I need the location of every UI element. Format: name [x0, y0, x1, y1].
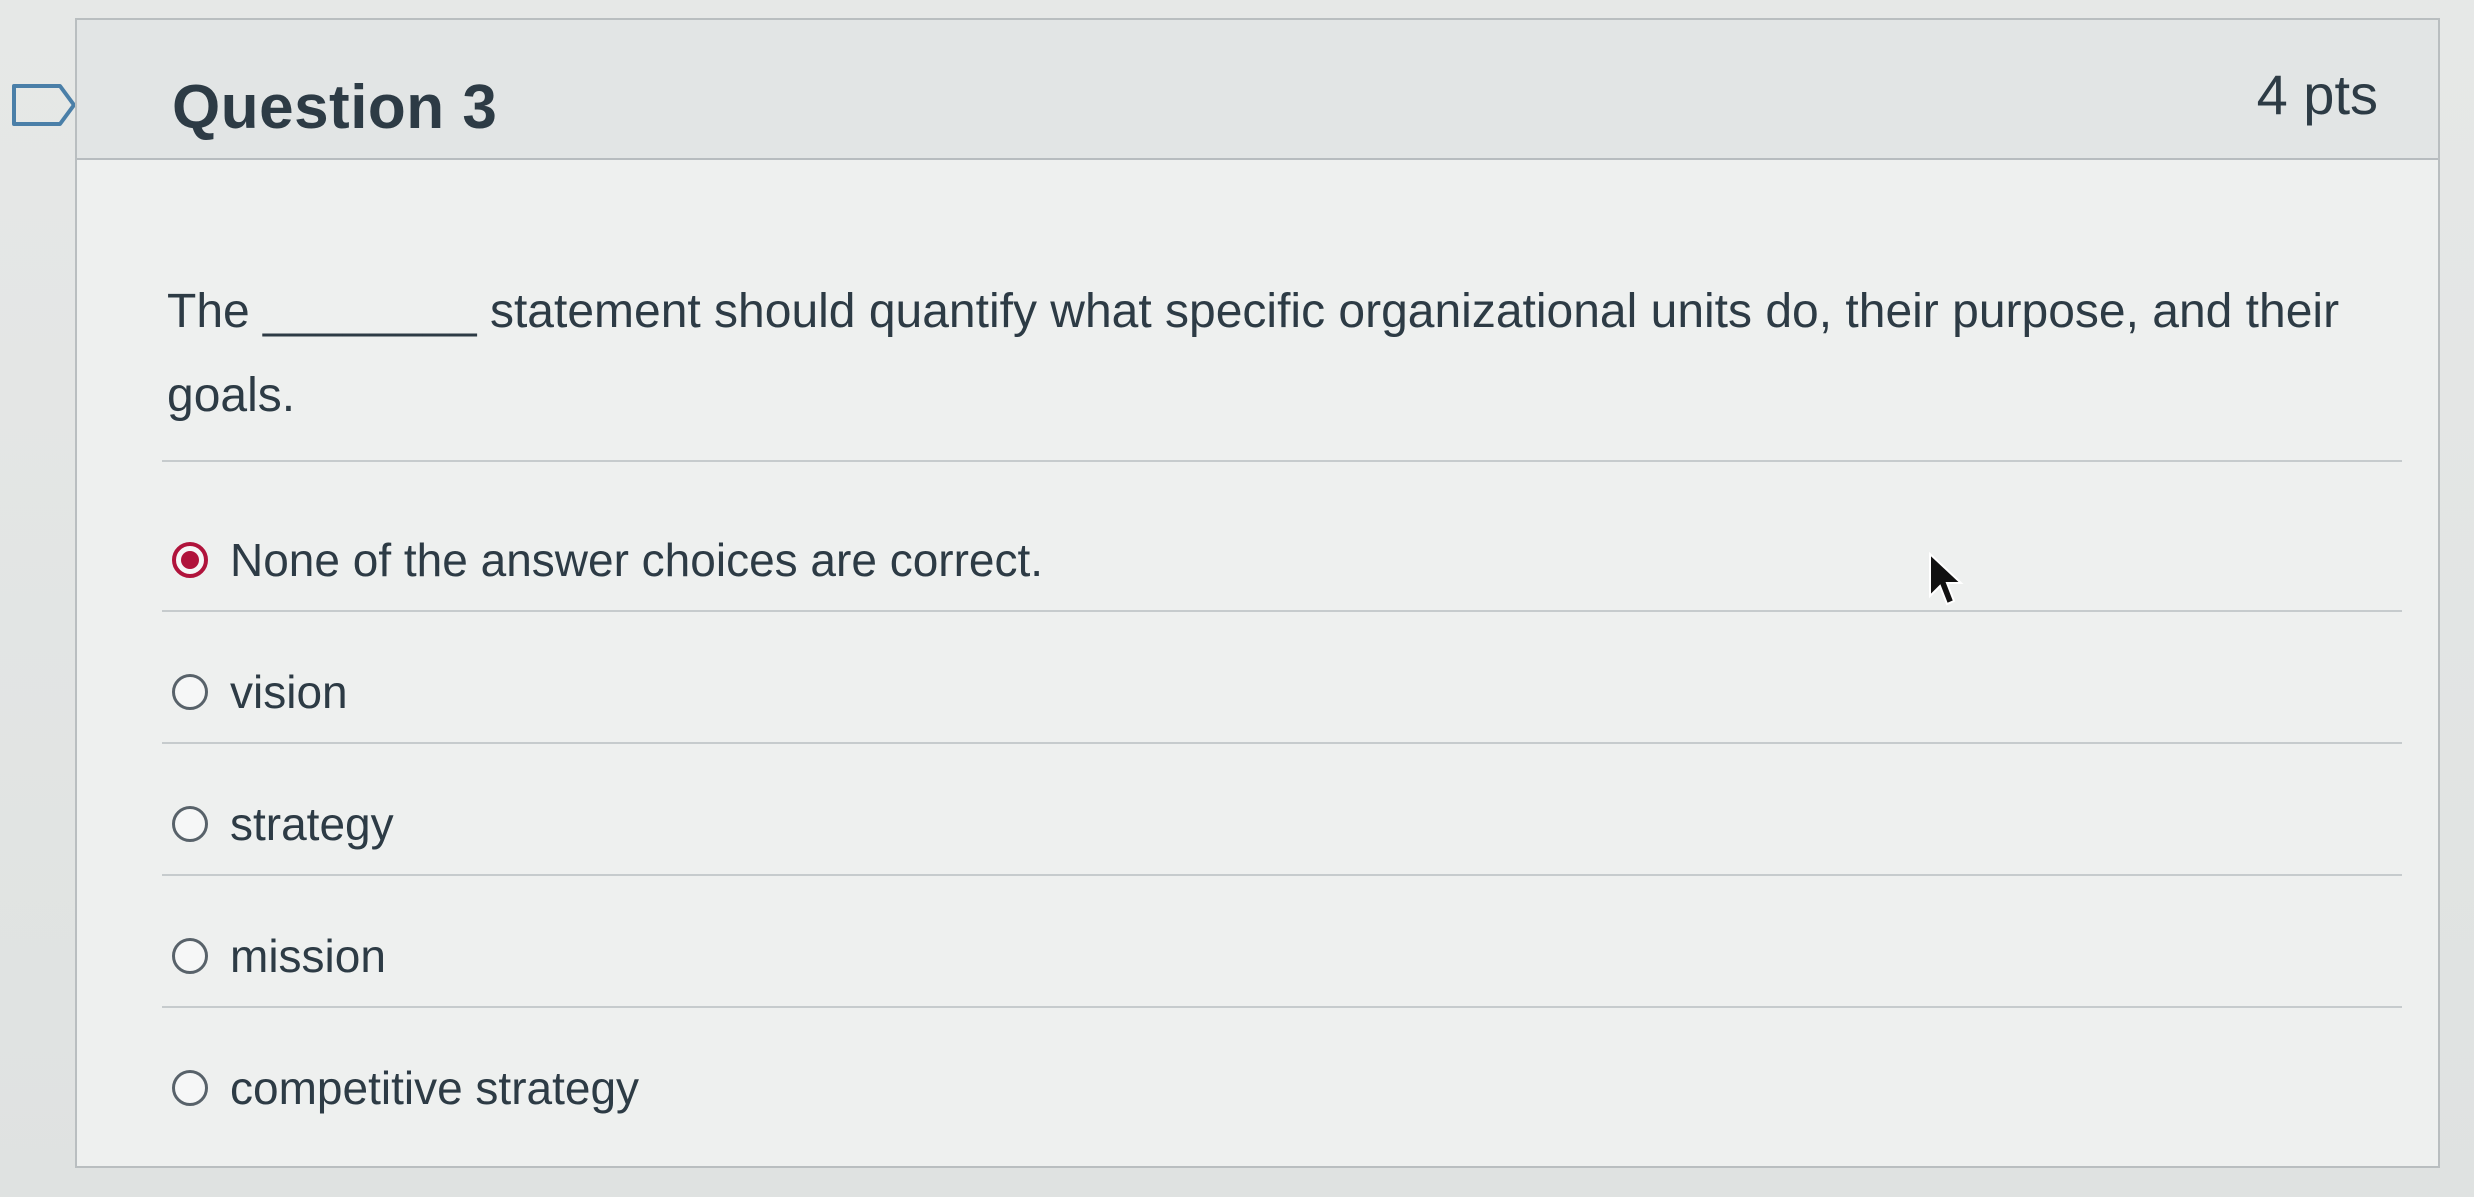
question-points: 4 pts: [2256, 63, 2378, 126]
answer-label: competitive strategy: [230, 1062, 640, 1114]
answer-label: vision: [230, 666, 348, 718]
question-text: The ________ statement should quantify w…: [167, 285, 2340, 422]
answer-option[interactable]: competitive strategy: [172, 1048, 639, 1128]
answer-option[interactable]: vision: [172, 652, 348, 732]
separator: [162, 460, 2402, 462]
radio-icon[interactable]: [172, 1070, 208, 1106]
separator: [162, 874, 2402, 876]
question-title: Question 3: [172, 73, 498, 142]
answer-option[interactable]: mission: [172, 916, 386, 996]
mouse-pointer-icon: [1929, 552, 1964, 606]
separator: [162, 742, 2402, 744]
answer-label: strategy: [230, 798, 394, 850]
question-card: Question 3 4 pts The ________ statement …: [75, 18, 2440, 1168]
radio-icon[interactable]: [172, 806, 208, 842]
question-header: Question 3 4 pts: [77, 20, 2438, 160]
separator: [162, 610, 2402, 612]
separator: [162, 1006, 2402, 1008]
answer-label: mission: [230, 930, 386, 982]
answer-label: None of the answer choices are correct.: [230, 534, 1044, 586]
radio-icon[interactable]: [172, 674, 208, 710]
radio-icon[interactable]: [172, 938, 208, 974]
flag-question-icon[interactable]: [10, 80, 80, 130]
answer-option[interactable]: None of the answer choices are correct.: [172, 520, 1043, 600]
radio-selected-icon[interactable]: [172, 542, 208, 578]
quiz-page: Question 3 4 pts The ________ statement …: [0, 0, 2474, 1197]
answer-option[interactable]: strategy: [172, 784, 394, 864]
